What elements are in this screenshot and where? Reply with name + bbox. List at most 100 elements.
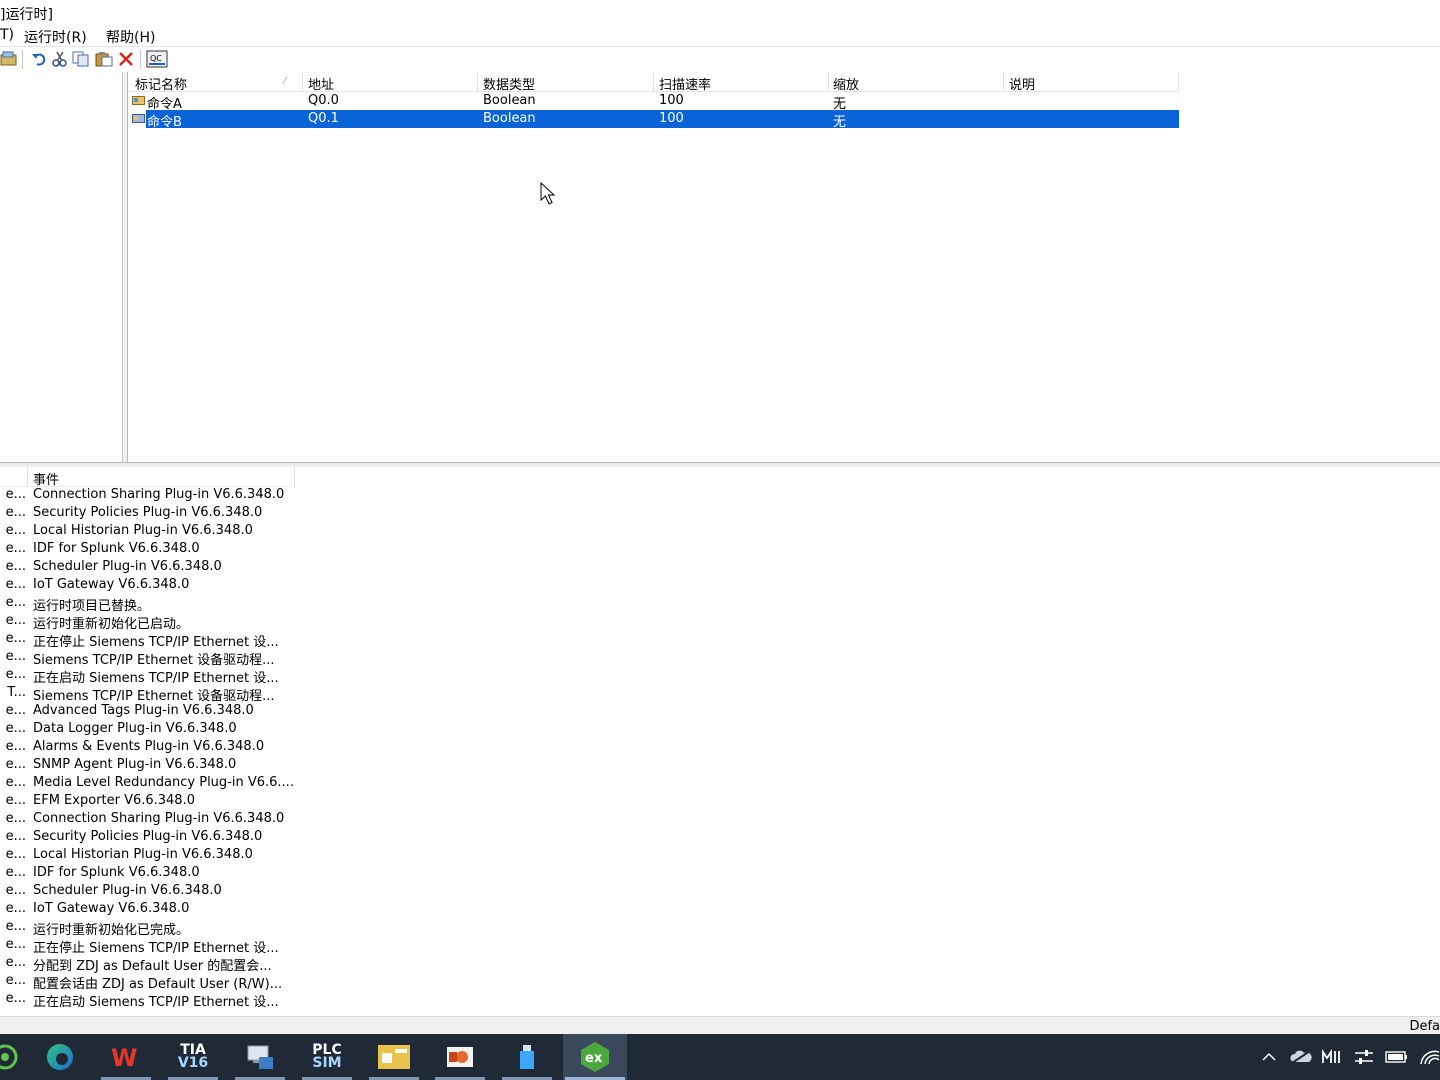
- factory-app-icon[interactable]: [367, 1034, 421, 1080]
- event-row[interactable]: e... 正在停止 Siemens TCP/IP Ethernet 设...: [0, 937, 300, 956]
- event-source: e...: [5, 505, 26, 520]
- plcsim-icon[interactable]: PLC SIM: [300, 1034, 354, 1080]
- event-row[interactable]: e... EFM Exporter V6.6.348.0: [0, 793, 300, 811]
- column-header-scan-rate[interactable]: 扫描速率: [659, 74, 711, 93]
- column-header-data-type[interactable]: 数据类型: [483, 74, 535, 93]
- event-row[interactable]: e... Security Policies Plug-in V6.6.348.0: [0, 829, 300, 847]
- event-row[interactable]: e... IDF for Splunk V6.6.348.0: [0, 865, 300, 883]
- event-row[interactable]: e... IoT Gateway V6.6.348.0: [0, 577, 300, 595]
- event-source: e...: [5, 865, 26, 880]
- event-row[interactable]: e... Data Logger Plug-in V6.6.348.0: [0, 721, 300, 739]
- event-log-pane[interactable]: 事件 e... Connection Sharing Plug-in V6.6.3…: [0, 467, 1440, 1016]
- column-header-address[interactable]: 地址: [308, 74, 334, 93]
- event-message: Scheduler Plug-in V6.6.348.0: [33, 883, 222, 898]
- network-tool-icon[interactable]: [233, 1034, 287, 1080]
- event-source: e...: [5, 901, 26, 916]
- presentation-icon[interactable]: [433, 1034, 487, 1080]
- event-message: 正在启动 Siemens TCP/IP Ethernet 设...: [33, 995, 279, 1010]
- status-bar: Defa: [0, 1016, 1440, 1035]
- event-row[interactable]: e... Local Historian Plug-in V6.6.348.0: [0, 523, 300, 541]
- event-row[interactable]: e... 运行时重新初始化已启动。: [0, 613, 300, 632]
- tag-row[interactable]: 命令A Q0.0 Boolean 100 无: [128, 92, 1179, 112]
- event-row[interactable]: T... Siemens TCP/IP Ethernet 设备驱动程...: [0, 685, 300, 704]
- column-header-description[interactable]: 说明: [1009, 74, 1035, 93]
- event-message: Siemens TCP/IP Ethernet 设备驱动程...: [33, 689, 275, 704]
- event-row[interactable]: e... 正在停止 Siemens TCP/IP Ethernet 设...: [0, 631, 300, 650]
- event-message: Data Logger Plug-in V6.6.348.0: [33, 721, 237, 736]
- wps-icon[interactable]: W: [99, 1034, 153, 1080]
- event-row[interactable]: e... 运行时重新初始化已完成。: [0, 919, 300, 938]
- event-row[interactable]: e... Media Level Redundancy Plug-in V6.6.…: [0, 775, 300, 793]
- event-row[interactable]: e... Connection Sharing Plug-in V6.6.348.…: [0, 487, 300, 505]
- tag-scaling: 无: [833, 115, 847, 130]
- event-source: e...: [5, 631, 26, 646]
- event-message: Connection Sharing Plug-in V6.6.348.0: [33, 811, 285, 826]
- cut-icon[interactable]: [51, 50, 69, 68]
- undo-icon[interactable]: [30, 50, 48, 68]
- usb-tool-icon[interactable]: [500, 1034, 554, 1080]
- paste-icon[interactable]: [95, 50, 113, 68]
- event-row[interactable]: e... Siemens TCP/IP Ethernet 设备驱动程...: [0, 649, 300, 668]
- edge-icon[interactable]: [33, 1034, 87, 1080]
- settings-sliders-icon[interactable]: [1353, 1047, 1375, 1067]
- event-message: IDF for Splunk V6.6.348.0: [33, 865, 200, 880]
- event-row[interactable]: e... Local Historian Plug-in V6.6.348.0: [0, 847, 300, 865]
- wifi-icon[interactable]: [1418, 1047, 1440, 1067]
- input-method-icon[interactable]: [1321, 1047, 1343, 1067]
- properties-icon[interactable]: [0, 50, 18, 68]
- event-source: e...: [5, 613, 26, 628]
- tag-row-selected[interactable]: 命令B Q0.1 Boolean 100 无: [146, 110, 1179, 130]
- event-row[interactable]: e... 正在启动 Siemens TCP/IP Ethernet 设...: [0, 991, 300, 1010]
- event-row[interactable]: e... Connection Sharing Plug-in V6.6.348.…: [0, 811, 300, 829]
- event-message: IoT Gateway V6.6.348.0: [33, 901, 190, 916]
- delete-icon[interactable]: [117, 50, 135, 68]
- event-row[interactable]: e... Alarms & Events Plug-in V6.6.348.0: [0, 739, 300, 757]
- event-row[interactable]: e... 正在启动 Siemens TCP/IP Ethernet 设...: [0, 667, 300, 686]
- event-message: 配置会话由 ZDJ as Default User (R/W)...: [33, 977, 283, 992]
- event-row[interactable]: e... Advanced Tags Plug-in V6.6.348.0: [0, 703, 300, 721]
- tag-address: Q0.1: [308, 111, 339, 126]
- event-row[interactable]: e... 配置会话由 ZDJ as Default User (R/W)...: [0, 973, 300, 992]
- event-message: IoT Gateway V6.6.348.0: [33, 577, 190, 592]
- tag-list-header: 标记名称 ⁄ 地址 数据类型 扫描速率 缩放 说明: [128, 72, 1179, 93]
- kepserverex-icon[interactable]: ex: [563, 1034, 627, 1080]
- tia-portal-icon[interactable]: TIA V16: [166, 1034, 220, 1080]
- event-row[interactable]: e... SNMP Agent Plug-in V6.6.348.0: [0, 757, 300, 775]
- quick-client-icon[interactable]: QC: [146, 50, 168, 68]
- chevron-up-icon[interactable]: [1258, 1047, 1280, 1067]
- onedrive-icon[interactable]: [1290, 1047, 1312, 1067]
- tia-label-bottom: V16: [177, 1055, 209, 1071]
- browser-app-icon[interactable]: [0, 1034, 32, 1080]
- event-message: 正在停止 Siemens TCP/IP Ethernet 设...: [33, 635, 279, 650]
- quick-client-label: QC: [150, 54, 162, 63]
- menu-runtime[interactable]: 运行时(R): [24, 27, 87, 47]
- event-row[interactable]: e... 运行时项目已替换。: [0, 595, 300, 614]
- project-tree-pane[interactable]: [0, 72, 123, 462]
- event-message: Scheduler Plug-in V6.6.348.0: [33, 559, 222, 574]
- event-row[interactable]: e... 分配到 ZDJ as Default User 的配置会...: [0, 955, 300, 974]
- tag-icon: [132, 113, 145, 128]
- event-row[interactable]: e... IoT Gateway V6.6.348.0: [0, 901, 300, 919]
- event-row[interactable]: e... IDF for Splunk V6.6.348.0: [0, 541, 300, 559]
- event-source: e...: [5, 829, 26, 844]
- column-header-tag-name[interactable]: 标记名称: [135, 74, 187, 93]
- event-source: e...: [5, 487, 26, 502]
- event-source: e...: [5, 703, 26, 718]
- copy-icon[interactable]: [72, 50, 90, 68]
- event-source: e...: [5, 919, 26, 934]
- event-message: Security Policies Plug-in V6.6.348.0: [33, 505, 263, 520]
- event-source: e...: [5, 739, 26, 754]
- tag-icon: [132, 95, 145, 110]
- event-source: e...: [5, 775, 26, 790]
- tag-list-pane[interactable]: 标记名称 ⁄ 地址 数据类型 扫描速率 缩放 说明 命令A Q0.0 Boole…: [128, 72, 1440, 462]
- event-row[interactable]: e... Scheduler Plug-in V6.6.348.0: [0, 883, 300, 901]
- taskbar: W TIA V16 PLC SIM ex: [0, 1034, 1440, 1080]
- menu-tools[interactable]: T): [0, 27, 14, 43]
- event-message: 运行时重新初始化已完成。: [33, 923, 190, 938]
- column-header-scaling[interactable]: 缩放: [833, 74, 859, 93]
- event-message: SNMP Agent Plug-in V6.6.348.0: [33, 757, 237, 772]
- menu-help[interactable]: 帮助(H): [106, 27, 155, 47]
- event-row[interactable]: e... Security Policies Plug-in V6.6.348.0: [0, 505, 300, 523]
- battery-icon[interactable]: [1385, 1047, 1407, 1067]
- event-row[interactable]: e... Scheduler Plug-in V6.6.348.0: [0, 559, 300, 577]
